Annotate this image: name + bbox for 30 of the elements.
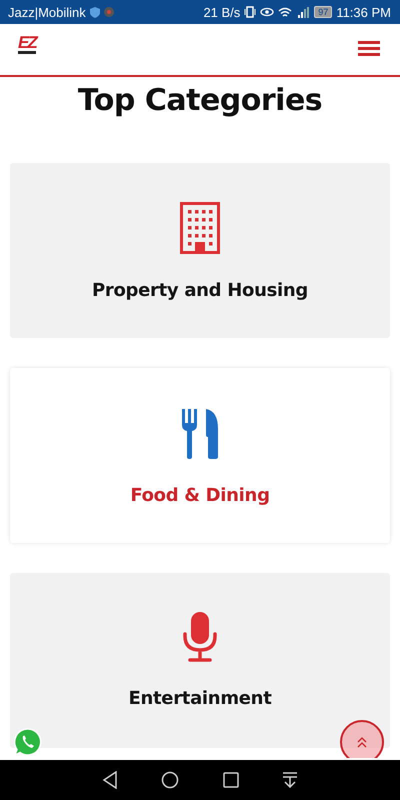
microphone-icon (182, 612, 218, 662)
building-icon (180, 202, 220, 254)
page-title: Top Categories (76, 83, 324, 118)
back-icon[interactable] (102, 771, 118, 789)
network-speed: 21 B/s (203, 4, 240, 20)
signal-icon (296, 6, 310, 18)
whatsapp-icon[interactable] (14, 728, 42, 756)
scroll-top-button[interactable] (340, 720, 384, 758)
wifi-icon (278, 6, 292, 18)
menu-icon (358, 40, 380, 56)
battery-level: 97 (314, 6, 332, 18)
category-card[interactable]: Entertainment (10, 573, 390, 748)
category-label: Property and Housing (92, 280, 308, 301)
category-card[interactable]: Food & Dining (10, 368, 390, 543)
vibrate-icon (244, 6, 256, 18)
category-label: Entertainment (128, 688, 272, 709)
fork-knife-icon (180, 407, 220, 459)
logo[interactable]: EZ (18, 35, 36, 54)
clock-time: 11:36 PM (336, 4, 391, 20)
double-chevron-up-icon (356, 736, 368, 748)
app-icon (104, 7, 114, 17)
menu-button[interactable] (358, 40, 380, 59)
category-card[interactable]: Property and Housing (10, 163, 390, 338)
recents-icon[interactable] (222, 772, 239, 788)
eye-icon (260, 7, 274, 17)
home-icon[interactable] (161, 771, 180, 789)
carrier-name: Jazz|Mobilink (8, 4, 86, 20)
shield-icon (90, 6, 100, 18)
category-label: Food & Dining (130, 485, 270, 506)
notification-pull-icon[interactable] (282, 772, 298, 788)
